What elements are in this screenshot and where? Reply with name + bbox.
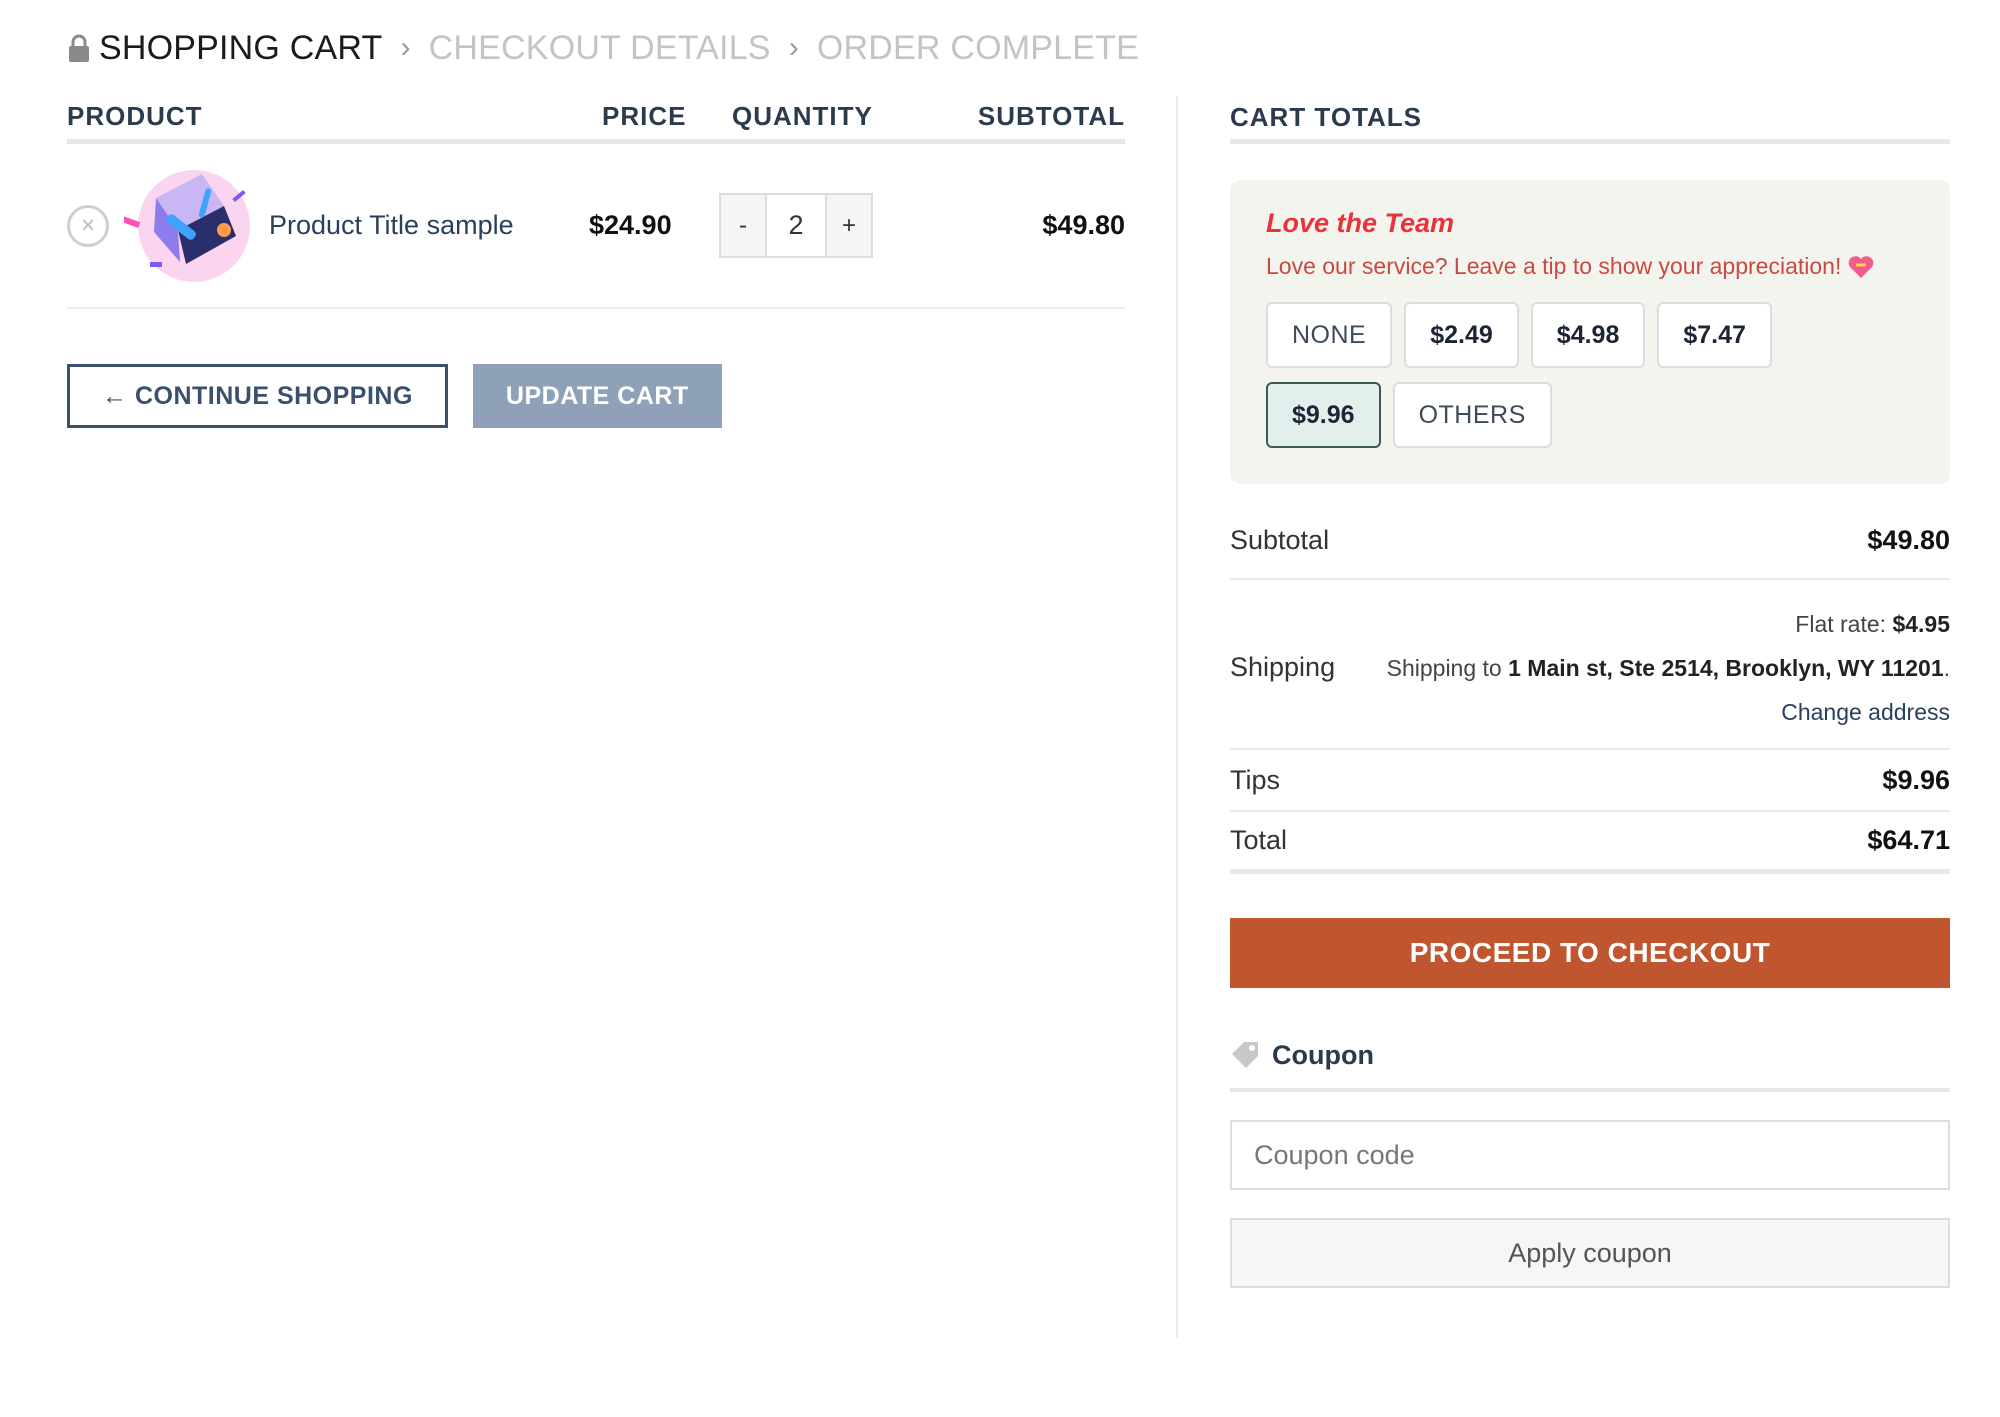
product-title-link[interactable]: Product Title sample — [269, 210, 589, 241]
quantity-cell: - 2 + — [719, 193, 919, 258]
tips-label: Tips — [1230, 764, 1281, 795]
coupon-heading-text: Coupon — [1272, 1039, 1374, 1070]
tip-description: Love our service? Leave a tip to show yo… — [1266, 253, 1914, 280]
total-label: Total — [1230, 825, 1288, 855]
shipping-row: Shipping Flat rate: $4.95 Shipping to 1 … — [1230, 580, 1950, 750]
tip-panel: Love the Team Love our service? Leave a … — [1230, 180, 1950, 484]
cart-actions: ← CONTINUE SHOPPING UPDATE CART — [67, 364, 1125, 428]
column-divider — [1176, 96, 1178, 1338]
change-address-link[interactable]: Change address — [1387, 690, 1950, 734]
column-header-price: PRICE — [602, 101, 687, 131]
continue-shopping-button[interactable]: ← CONTINUE SHOPPING — [67, 364, 448, 428]
product-thumbnail[interactable] — [115, 166, 254, 286]
tip-options: NONE $2.49 $4.98 $7.47 $9.96 OTHERS — [1266, 302, 1826, 448]
breadcrumb-checkout-details[interactable]: CHECKOUT DETAILS — [429, 29, 771, 68]
tip-option-2-49[interactable]: $2.49 — [1404, 302, 1519, 368]
shipping-label: Shipping — [1230, 652, 1336, 682]
quantity-stepper: - 2 + — [719, 193, 873, 258]
subtotal-label: Subtotal — [1230, 524, 1330, 555]
breadcrumb: SHOPPING CART › CHECKOUT DETAILS › ORDER… — [67, 24, 1139, 72]
column-header-product: PRODUCT — [67, 101, 203, 131]
tips-row: Tips $9.96 — [1230, 750, 1950, 812]
breadcrumb-separator: › — [400, 31, 411, 64]
quantity-decrease-button[interactable]: - — [721, 195, 765, 256]
shipping-address: 1 Main st, Ste 2514, Brooklyn, WY 11201 — [1508, 655, 1944, 681]
shipping-to-prefix: Shipping to — [1386, 655, 1502, 681]
tips-value: $9.96 — [1882, 764, 1950, 795]
cart-totals-heading: CART TOTALS — [1230, 96, 1950, 144]
apply-coupon-button[interactable]: Apply coupon — [1230, 1218, 1950, 1288]
tip-option-others[interactable]: OTHERS — [1392, 382, 1552, 448]
quantity-input[interactable]: 2 — [765, 195, 827, 256]
subtotal-row: Subtotal $49.80 — [1230, 484, 1950, 580]
cart-table: PRODUCT PRICE QUANTITY SUBTOTAL × Produc… — [67, 96, 1125, 428]
shipping-destination: Shipping to 1 Main st, Ste 2514, Brookly… — [1386, 655, 1950, 681]
lock-icon — [67, 33, 91, 63]
row-subtotal: $49.80 — [1042, 210, 1125, 240]
column-header-subtotal: SUBTOTAL — [977, 101, 1125, 131]
tip-option-7-47[interactable]: $7.47 — [1657, 302, 1772, 368]
coupon-code-input[interactable]: Coupon code — [1230, 1120, 1950, 1190]
tip-option-9-96[interactable]: $9.96 — [1266, 382, 1381, 448]
table-row: × Product Title sample $24.90 - 2 + $49.… — [67, 144, 1125, 309]
total-value: $64.71 — [1867, 825, 1950, 855]
breadcrumb-order-complete[interactable]: ORDER COMPLETE — [817, 29, 1139, 68]
tip-option-4-98[interactable]: $4.98 — [1530, 302, 1646, 368]
column-header-quantity: QUANTITY — [732, 101, 873, 131]
total-row: Total $64.71 — [1230, 812, 1950, 874]
subtotal-value: $49.80 — [1867, 524, 1950, 555]
breadcrumb-shopping-cart[interactable]: SHOPPING CART — [99, 29, 382, 68]
heart-icon — [1847, 255, 1875, 279]
tip-description-text: Love our service? Leave a tip to show yo… — [1266, 253, 1842, 279]
proceed-to-checkout-button[interactable]: PROCEED TO CHECKOUT — [1230, 918, 1950, 988]
tip-title: Love the Team — [1266, 208, 1455, 238]
update-cart-button[interactable]: UPDATE CART — [472, 364, 722, 428]
tag-icon — [1230, 1040, 1260, 1070]
breadcrumb-separator: › — [788, 31, 799, 64]
flat-rate-value: $4.95 — [1892, 611, 1950, 637]
quantity-increase-button[interactable]: + — [827, 195, 871, 256]
flat-rate-label: Flat rate: — [1795, 611, 1887, 637]
flat-rate: Flat rate: $4.95 — [1387, 602, 1950, 646]
shipping-details: Flat rate: $4.95 Shipping to 1 Main st, … — [1387, 602, 1950, 734]
product-price: $24.90 — [589, 210, 672, 240]
coupon-heading: Coupon — [1230, 1030, 1950, 1092]
tip-option-none[interactable]: NONE — [1266, 302, 1393, 368]
remove-item-button[interactable]: × — [67, 204, 109, 247]
cart-totals: CART TOTALS Love the Team Love our servi… — [1230, 96, 1950, 1288]
cart-table-header: PRODUCT PRICE QUANTITY SUBTOTAL — [67, 96, 1125, 144]
